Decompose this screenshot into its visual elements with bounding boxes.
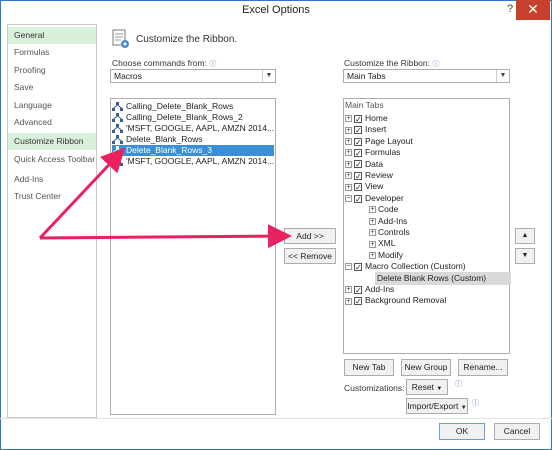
arrow-to-add <box>39 224 292 249</box>
arrow-to-macro <box>38 147 126 240</box>
annotation-arrows <box>38 147 292 249</box>
